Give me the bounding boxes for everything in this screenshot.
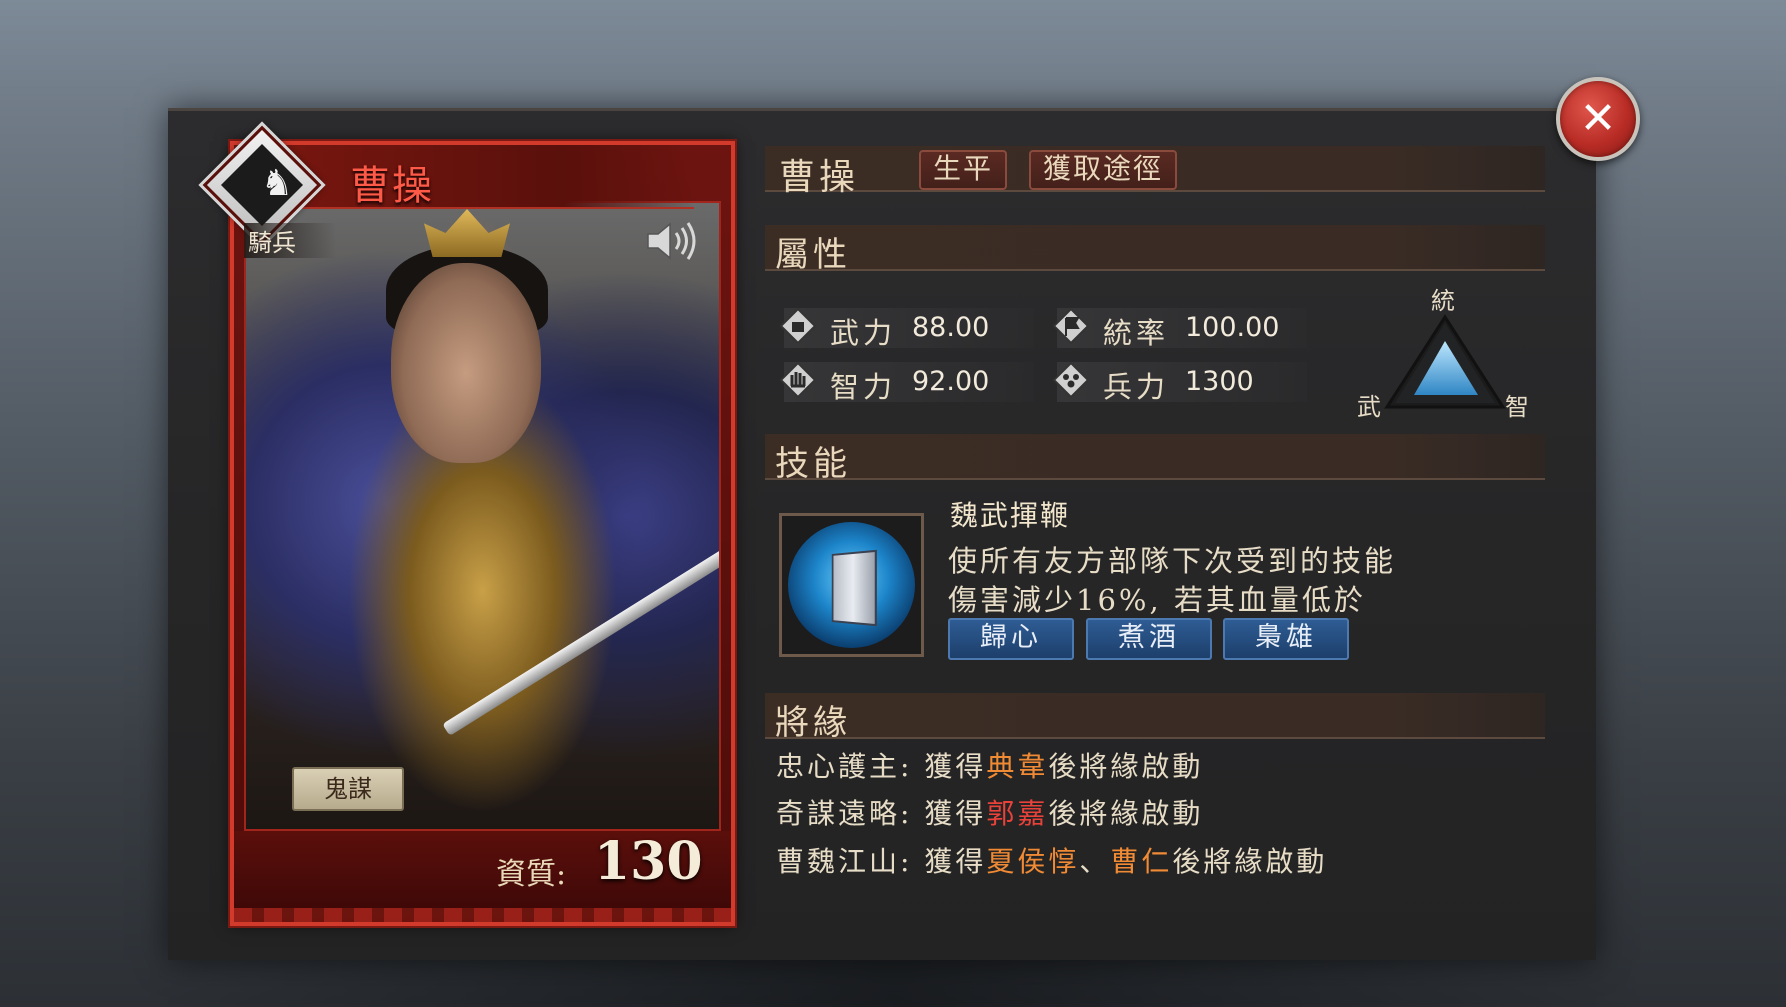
attribute-triangle: 統 武 智	[1355, 287, 1535, 427]
fates-title: 將緣	[775, 703, 851, 743]
hero-portrait	[244, 201, 721, 831]
speaker-icon[interactable]	[644, 219, 698, 263]
attributes-title: 屬性	[775, 235, 851, 275]
hero-name-title: 曹操	[779, 157, 860, 198]
quality-label: 資質:	[496, 857, 567, 892]
hero-card-name: 曹操	[350, 163, 434, 209]
stat-force: 武力 88.00	[779, 307, 1034, 350]
triangle-label-intellect: 智	[1505, 393, 1529, 421]
triangle-label-force: 武	[1357, 393, 1381, 421]
fate-line-1: 忠心護主: 獲得典韋後將緣啟動	[776, 750, 1204, 783]
skill-icon-frame[interactable]	[779, 513, 924, 657]
sub-skill-button-1[interactable]: 歸心	[948, 618, 1074, 660]
hero-card: 曹操 ♞ 騎兵 鬼謀 資質: 130	[202, 125, 735, 926]
quality-value: 130	[594, 831, 703, 892]
triangle-label-command: 統	[1431, 287, 1455, 315]
attributes-section-bar: 屬性	[765, 225, 1545, 275]
skill-name: 魏武揮鞭	[950, 499, 1071, 532]
skills-section-bar: 技能	[765, 434, 1545, 484]
stat-intellect: 智力 92.00	[779, 361, 1034, 404]
sub-skill-button-3[interactable]: 梟雄	[1223, 618, 1349, 660]
stat-troops: 兵力 1300	[1052, 361, 1307, 404]
tab-acquisition[interactable]: 獲取途徑	[1029, 150, 1178, 190]
hero-header-bar: 曹操 生平 獲取途徑	[765, 146, 1545, 198]
close-button[interactable]: ✕	[1556, 77, 1640, 161]
shield-skill-icon	[788, 522, 915, 648]
hero-class-label: 騎兵	[244, 223, 336, 258]
stat-command: 統率 100.00	[1052, 307, 1307, 350]
skills-title: 技能	[775, 444, 851, 484]
fist-icon	[779, 307, 817, 345]
close-icon: ✕	[1579, 93, 1617, 144]
skill-description: 使所有友方部隊下次受到的技能傷害減少16%, 若其血量低於	[948, 544, 1397, 617]
hero-name-banner: 曹操	[254, 145, 694, 209]
fate-line-2: 奇謀遠略: 獲得郭嘉後將緣啟動	[776, 797, 1204, 830]
flag-icon	[1052, 307, 1090, 345]
fates-section-bar: 將緣	[765, 693, 1545, 743]
troops-icon	[1052, 361, 1090, 399]
horse-icon: ♞	[260, 163, 294, 204]
tab-biography[interactable]: 生平	[919, 150, 1008, 190]
fate-line-3: 曹魏江山: 獲得夏侯惇、曹仁後將緣啟動	[776, 845, 1328, 878]
sub-skill-button-2[interactable]: 煮酒	[1086, 618, 1212, 660]
hero-tag-badge: 鬼謀	[292, 767, 404, 811]
hand-icon	[779, 361, 817, 399]
